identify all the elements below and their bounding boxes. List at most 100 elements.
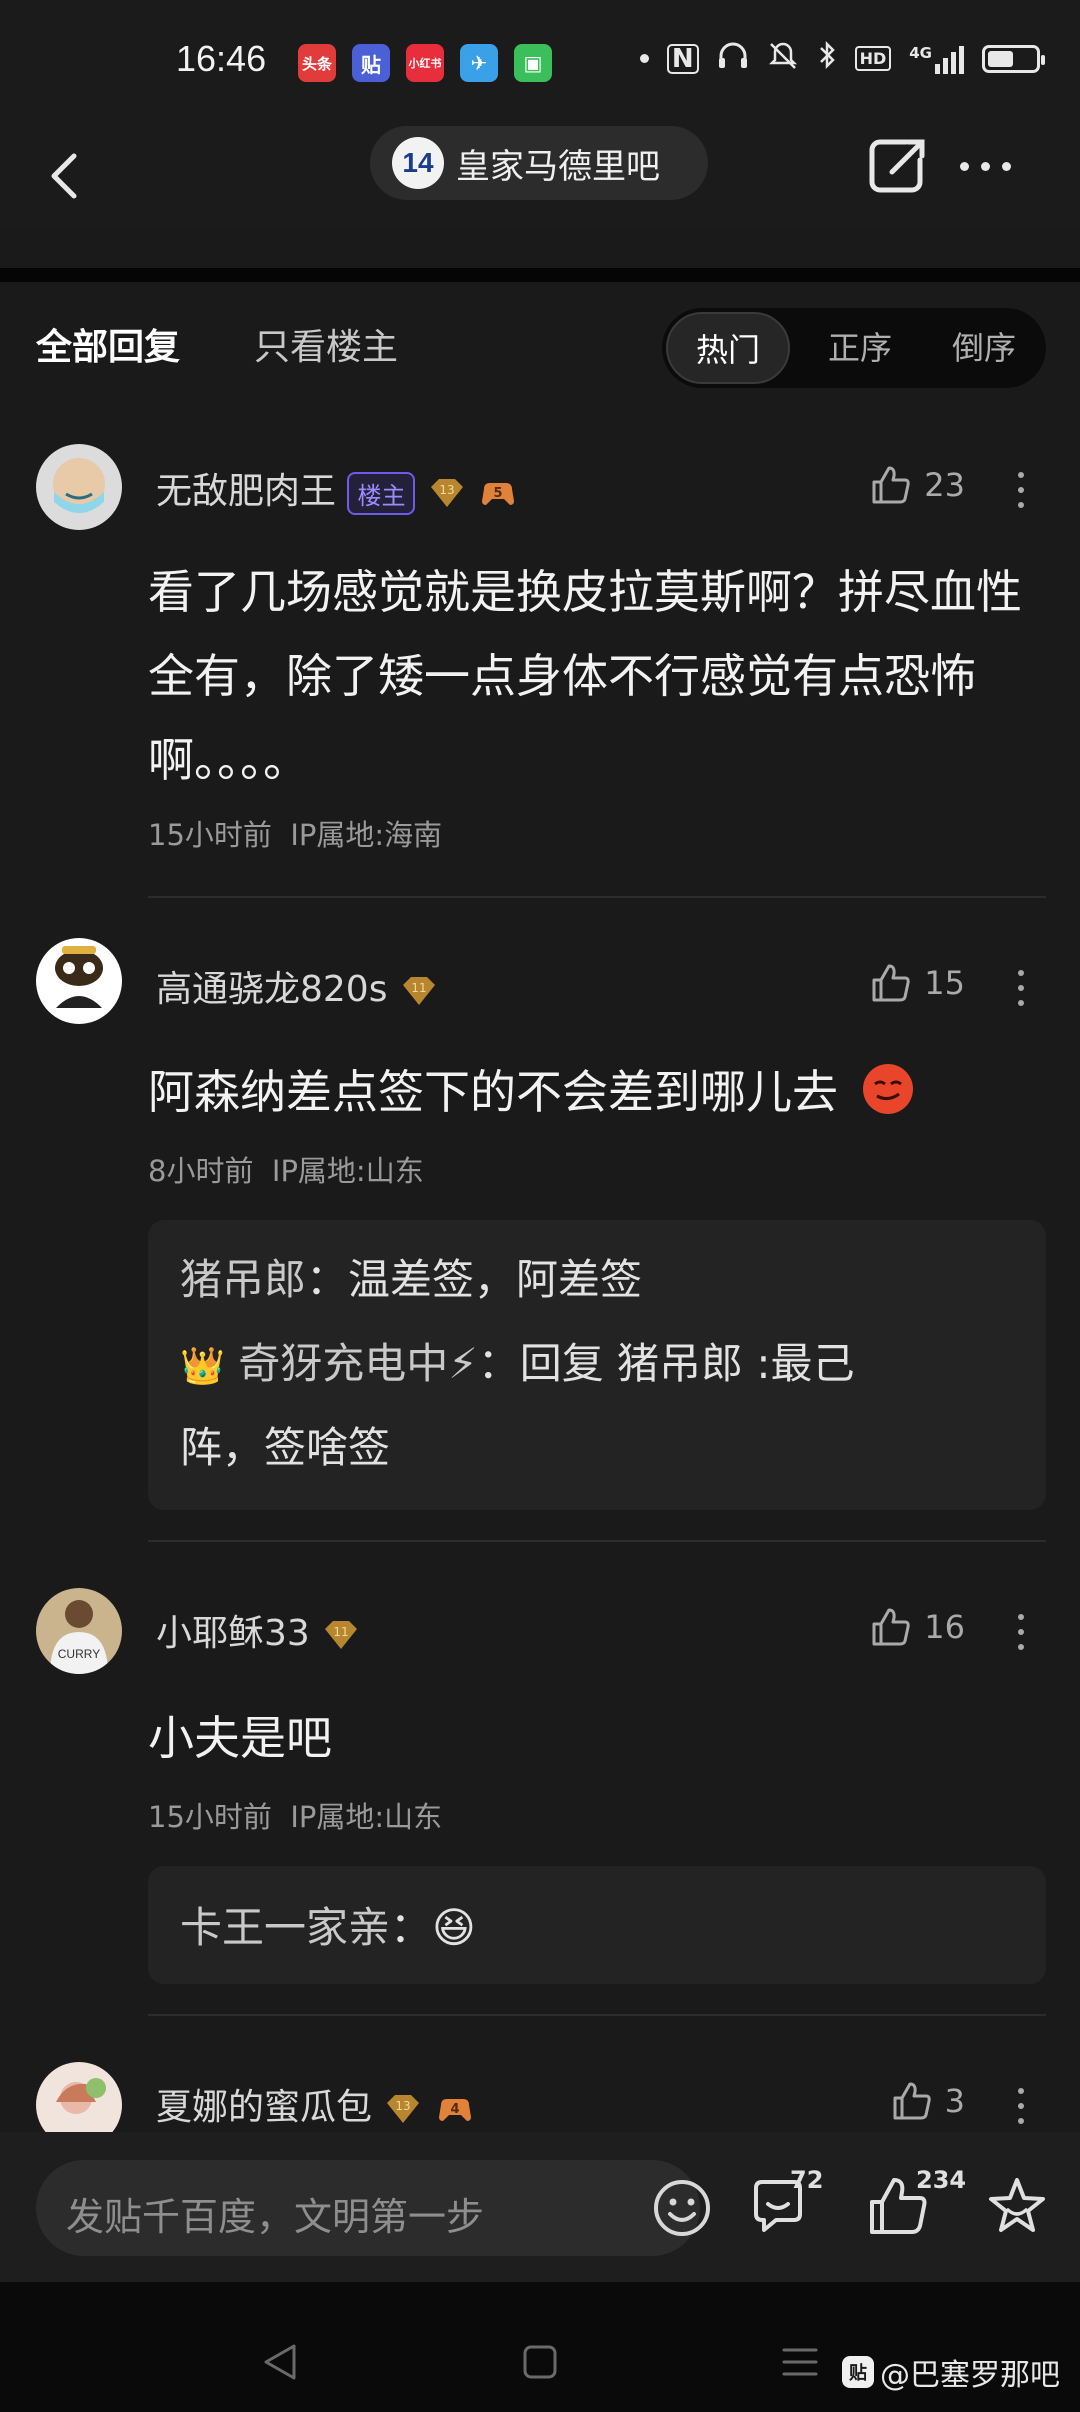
nav-menu-icon[interactable]: [780, 2344, 820, 2380]
kebab-icon: [1018, 2088, 1024, 2094]
system-navigation-bar: 贴 @巴塞罗那吧: [0, 2282, 1080, 2412]
post-menu-button[interactable]: [1016, 472, 1026, 508]
xiaohongshu-app-icon: 小红书: [406, 44, 444, 82]
avatar[interactable]: [36, 938, 122, 1024]
avatar[interactable]: [36, 444, 122, 530]
username[interactable]: 小耶稣33 11: [156, 1604, 361, 1656]
comment-placeholder: 发贴千百度，文明第一步: [66, 2195, 485, 2239]
emoji-button[interactable]: [650, 2176, 714, 2240]
like-count: 3: [944, 2082, 965, 2120]
sort-ascending-button[interactable]: 正序: [810, 308, 910, 388]
sub-reply-author[interactable]: 奇犽充电中⚡: [238, 1339, 478, 1388]
level-gem-icon: 13: [387, 2095, 420, 2123]
battery-icon: [982, 44, 1045, 73]
level-gem-icon: 13: [430, 479, 463, 507]
username[interactable]: 高通骁龙820s 11: [156, 960, 439, 1012]
sub-reply-text: 温差签，阿差签: [348, 1255, 643, 1304]
status-icons: N HD 4G: [639, 40, 1045, 77]
sub-replies-box[interactable]: 卡王一家亲：😆: [148, 1866, 1046, 1984]
username-text: 小耶稣33: [156, 1613, 310, 1654]
username-text: 夏娜的蜜瓜包: [156, 2087, 373, 2128]
sub-reply-author[interactable]: 卡王一家亲: [180, 1903, 390, 1952]
emoji-icon: [654, 2180, 710, 2236]
watermark: 贴 @巴塞罗那吧: [842, 2350, 1060, 2394]
post-menu-button[interactable]: [1016, 2088, 1026, 2124]
share-button[interactable]: [866, 134, 930, 198]
post-content: 小夫是吧: [148, 1711, 332, 1765]
sort-descending-button[interactable]: 倒序: [934, 308, 1034, 388]
thumbs-up-icon: [872, 466, 910, 504]
post-ip: IP属地:山东: [271, 1154, 424, 1188]
smug-emoji-icon: [862, 1064, 913, 1114]
like-button[interactable]: 3: [891, 2080, 965, 2122]
level-number: 11: [334, 1625, 349, 1639]
sub-reply-continuation: 阵，签啥签: [180, 1423, 391, 1472]
level-number: 11: [411, 981, 426, 995]
post-ip: IP属地:海南: [290, 818, 443, 852]
status-time: 16:46: [176, 38, 267, 79]
like-count: 15: [924, 964, 965, 1002]
username[interactable]: 夏娜的蜜瓜包 13 4: [156, 2078, 475, 2130]
post-time: 15小时前: [148, 1800, 272, 1834]
username[interactable]: 无敌肥肉王 楼主 13 5: [156, 462, 518, 515]
post-meta: 8小时前 IP属地:山东: [148, 1148, 424, 1190]
likes-count: 234: [916, 2166, 967, 2194]
game-controller-icon: 4: [438, 2099, 471, 2121]
post-menu-button[interactable]: [1016, 970, 1026, 1006]
like-count: 16: [924, 1608, 965, 1646]
sort-toggle-group: 热门 正序 倒序: [662, 308, 1046, 388]
post-ip: IP属地:山东: [290, 1800, 443, 1834]
op-badge: 楼主: [347, 471, 416, 515]
nav-home-icon[interactable]: [522, 2344, 558, 2380]
sub-reply-separator: ：: [306, 1255, 349, 1304]
like-button[interactable]: 23: [870, 464, 965, 506]
tieba-logo: 贴: [842, 2356, 874, 2388]
star-icon: [989, 2178, 1045, 2232]
post-meta: 15小时前 IP属地:山东: [148, 1794, 442, 1836]
dot-indicator-icon: [639, 54, 649, 63]
back-button[interactable]: [40, 134, 100, 214]
sub-reply: 👑 奇犽充电中⚡：回复 猪吊郎 :最己: [180, 1330, 855, 1391]
sub-reply-separator: ：: [477, 1339, 520, 1388]
game-level-number: 4: [450, 2102, 459, 2117]
username-text: 无敌肥肉王: [156, 471, 337, 512]
tab-all-replies[interactable]: 全部回复: [36, 318, 180, 370]
post-time: 8小时前: [148, 1154, 254, 1188]
forum-title-pill[interactable]: 14 皇家马德里吧: [370, 126, 708, 200]
like-button[interactable]: 15: [870, 962, 965, 1004]
crown-icon: 👑: [180, 1346, 225, 1387]
kebab-icon: [1018, 1614, 1024, 1620]
post-divider: [148, 896, 1046, 898]
sub-reply-author[interactable]: 猪吊郎: [180, 1255, 306, 1304]
message-app-icon: ▣: [514, 44, 552, 82]
level-number: 13: [396, 2099, 411, 2113]
favorite-button[interactable]: [984, 2174, 1050, 2240]
toutiao-app-icon: 头条: [298, 44, 336, 82]
more-options-button[interactable]: [960, 146, 1026, 186]
watermark-text: @巴塞罗那吧: [880, 2358, 1060, 2393]
share-icon: [869, 139, 925, 193]
username-text: 高通骁龙820s: [156, 969, 388, 1010]
nav-back-icon[interactable]: [262, 2342, 300, 2382]
forum-name: 皇家马德里吧: [456, 146, 660, 187]
sub-reply-separator: ：: [390, 1903, 433, 1952]
comment-input[interactable]: 发贴千百度，文明第一步: [36, 2160, 710, 2256]
post-content-text: 阿森纳差点签下的不会差到哪儿去: [148, 1065, 838, 1119]
section-divider: [0, 268, 1080, 282]
tab-op-only[interactable]: 只看楼主: [254, 318, 398, 370]
sub-reply: 卡王一家亲：😆: [180, 1894, 476, 1955]
sub-replies-box[interactable]: 猪吊郎：温差签，阿差签 👑 奇犽充电中⚡：回复 猪吊郎 :最己 阵，签啥签: [148, 1220, 1046, 1510]
post-divider: [148, 1540, 1046, 1542]
like-button[interactable]: 16: [870, 1606, 965, 1648]
post-menu-button[interactable]: [1016, 1614, 1026, 1650]
top-nav-bar: 14 皇家马德里吧: [0, 118, 1080, 228]
tieba-app-icon: 贴: [352, 44, 390, 82]
content-gap: [0, 228, 1080, 268]
nfc-icon: N: [666, 43, 699, 74]
post-meta: 15小时前 IP属地:海南: [148, 812, 442, 854]
avatar[interactable]: CURRY: [36, 1588, 122, 1674]
post-content: 看了几场感觉就是换皮拉莫斯啊？拼尽血性全有，除了矮一点身体不行感觉有点恐怖啊。。…: [148, 565, 1022, 787]
comments-count: 72: [790, 2166, 824, 2194]
sort-hot-button[interactable]: 热门: [666, 312, 790, 384]
kebab-icon: [1018, 970, 1024, 976]
